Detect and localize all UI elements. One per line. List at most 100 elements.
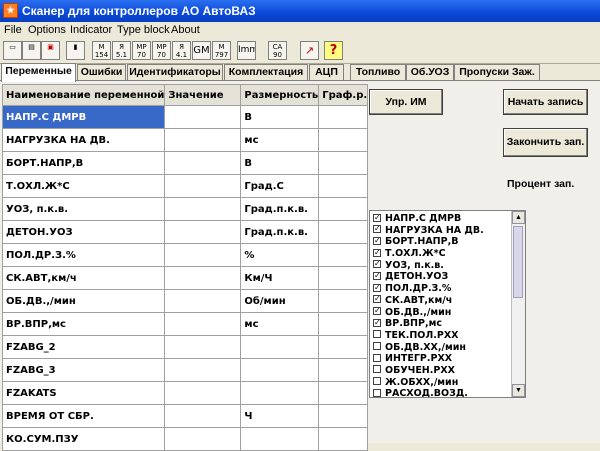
table-row[interactable]: ДЕТОН.УОЗ Град.п.к.в.	[1, 220, 369, 244]
cell-value[interactable]	[164, 151, 242, 175]
cell-unit[interactable]: В	[240, 151, 320, 175]
table-row[interactable]: НАПР.С ДМРВ В	[1, 105, 369, 129]
list-item[interactable]: РАСХОД.ВОЗД.	[373, 388, 484, 397]
menu-indicator[interactable]: Indicator	[70, 24, 112, 36]
cell-value[interactable]	[164, 289, 242, 313]
cell-graph[interactable]	[318, 151, 369, 175]
cell-value[interactable]	[164, 105, 242, 129]
checkbox-unchecked-icon[interactable]	[373, 365, 381, 374]
upr-im-button[interactable]: Упр. ИМ	[369, 89, 443, 115]
cell-name[interactable]: КО.СУМ.ПЗУ	[1, 427, 166, 451]
cell-value[interactable]	[164, 174, 242, 198]
table-row[interactable]: FZABG_2	[1, 335, 369, 359]
help-icon[interactable]: ?	[324, 41, 343, 60]
cell-value[interactable]	[164, 427, 242, 451]
cell-name[interactable]: FZABG_3	[1, 358, 166, 382]
col-header-value[interactable]: Значение	[164, 84, 242, 106]
checkbox-checked-icon[interactable]: ✓	[373, 283, 381, 292]
mp70b-icon[interactable]: MP 70	[152, 41, 171, 60]
cell-name[interactable]: FZABG_2	[1, 335, 166, 359]
cell-unit[interactable]: Км/Ч	[240, 266, 320, 290]
checkbox-checked-icon[interactable]: ✓	[373, 318, 381, 327]
tab-adc[interactable]: АЦП	[309, 64, 344, 80]
cell-graph[interactable]	[318, 427, 369, 451]
checkbox-unchecked-icon[interactable]	[373, 342, 381, 351]
list-item[interactable]: ✓ СК.АВТ,км/ч	[373, 295, 484, 307]
open-file-icon[interactable]: ▤	[22, 41, 41, 60]
cell-name[interactable]: НАПР.С ДМРВ	[1, 105, 166, 129]
m797-icon[interactable]: M 797	[212, 41, 231, 60]
cell-unit[interactable]: Ч	[240, 404, 320, 428]
checkbox-unchecked-icon[interactable]	[373, 388, 381, 397]
menu-file[interactable]: File	[4, 24, 22, 36]
ya51-icon[interactable]: Я 5.1	[112, 41, 131, 60]
checkbox-checked-icon[interactable]: ✓	[373, 236, 381, 245]
checklist-scrollbar[interactable]: ▲ ▼	[511, 211, 525, 397]
table-row[interactable]: FZAKATS	[1, 381, 369, 405]
variable-checklist[interactable]: ✓ НАПР.С ДМРВ ✓ НАГРУЗКА НА ДВ. ✓ БОРТ.НАПР,В…	[369, 210, 526, 398]
list-item[interactable]: ✓ ОБ.ДВ.,/мин	[373, 307, 484, 319]
scroll-thumb[interactable]	[513, 226, 523, 298]
menu-options[interactable]: Options	[28, 24, 66, 36]
list-item[interactable]: Ж.ОБХХ,/мин	[373, 377, 484, 389]
list-item[interactable]: ✓ ДЕТОН.УОЗ	[373, 271, 484, 283]
cell-value[interactable]	[164, 243, 242, 267]
cell-name[interactable]: СК.АВТ,км/ч	[1, 266, 166, 290]
scroll-down-icon[interactable]: ▼	[512, 384, 525, 397]
cell-name[interactable]: FZAKATS	[1, 381, 166, 405]
table-row[interactable]: КО.СУМ.ПЗУ	[1, 427, 369, 451]
table-row[interactable]: СК.АВТ,км/ч Км/Ч	[1, 266, 369, 290]
checkbox-checked-icon[interactable]: ✓	[373, 271, 381, 280]
cell-unit[interactable]: Град.п.к.в.	[240, 197, 320, 221]
checkbox-checked-icon[interactable]: ✓	[373, 248, 381, 257]
menu-about[interactable]: About	[171, 24, 200, 36]
table-row[interactable]: НАГРУЗКА НА ДВ. мс	[1, 128, 369, 152]
checkbox-unchecked-icon[interactable]	[373, 353, 381, 362]
cell-unit[interactable]: Град.С	[240, 174, 320, 198]
cell-unit[interactable]	[240, 335, 320, 359]
checkbox-checked-icon[interactable]: ✓	[373, 213, 381, 222]
checkbox-checked-icon[interactable]: ✓	[373, 260, 381, 269]
list-item[interactable]: ✓ УОЗ, п.к.в.	[373, 260, 484, 272]
cell-graph[interactable]	[318, 312, 369, 336]
m154-icon[interactable]: M 154	[92, 41, 111, 60]
cell-graph[interactable]	[318, 335, 369, 359]
cell-graph[interactable]	[318, 197, 369, 221]
table-row[interactable]: ОБ.ДВ.,/мин Об/мин	[1, 289, 369, 313]
list-item[interactable]: ОБ.ДВ.ХХ,/мин	[373, 342, 484, 354]
ya41-icon[interactable]: Я 4.1	[172, 41, 191, 60]
ca90-icon[interactable]: CA 90	[268, 41, 287, 60]
list-item[interactable]: ✓ БОРТ.НАПР,В	[373, 236, 484, 248]
table-row[interactable]: УОЗ, п.к.в. Град.п.к.в.	[1, 197, 369, 221]
tab-fuel[interactable]: Топливо	[350, 64, 406, 80]
cell-unit[interactable]	[240, 381, 320, 405]
cell-graph[interactable]	[318, 381, 369, 405]
tab-errors[interactable]: Ошибки	[77, 64, 126, 80]
list-item[interactable]: ✓ НАПР.С ДМРВ	[373, 213, 484, 225]
cell-name[interactable]: Т.ОХЛ.Ж*С	[1, 174, 166, 198]
cell-value[interactable]	[164, 128, 242, 152]
chart-icon[interactable]: ↗	[300, 41, 319, 60]
cell-value[interactable]	[164, 381, 242, 405]
cell-unit[interactable]	[240, 427, 320, 451]
cell-graph[interactable]	[318, 358, 369, 382]
cell-graph[interactable]	[318, 289, 369, 313]
checkbox-checked-icon[interactable]: ✓	[373, 307, 381, 315]
list-item[interactable]: ТЕК.ПОЛ.РХХ	[373, 330, 484, 342]
list-item[interactable]: ✓ НАГРУЗКА НА ДВ.	[373, 225, 484, 237]
cell-name[interactable]: ПОЛ.ДР.З.%	[1, 243, 166, 267]
start-record-button[interactable]: Начать запись	[503, 89, 588, 115]
list-item[interactable]: ✓ ПОЛ.ДР.З.%	[373, 283, 484, 295]
imm-icon[interactable]: Imm	[237, 41, 256, 60]
cell-unit[interactable]	[240, 358, 320, 382]
cell-graph[interactable]	[318, 174, 369, 198]
cell-name[interactable]: НАГРУЗКА НА ДВ.	[1, 128, 166, 152]
checkbox-unchecked-icon[interactable]	[373, 330, 381, 339]
cell-name[interactable]: БОРТ.НАПР,В	[1, 151, 166, 175]
cell-unit[interactable]: мс	[240, 128, 320, 152]
cell-value[interactable]	[164, 404, 242, 428]
list-item[interactable]: ИНТЕГР.РХХ	[373, 353, 484, 365]
cell-graph[interactable]	[318, 105, 369, 129]
cell-name[interactable]: ВРЕМЯ ОТ СБР.	[1, 404, 166, 428]
new-file-icon[interactable]: ▭	[3, 41, 22, 60]
